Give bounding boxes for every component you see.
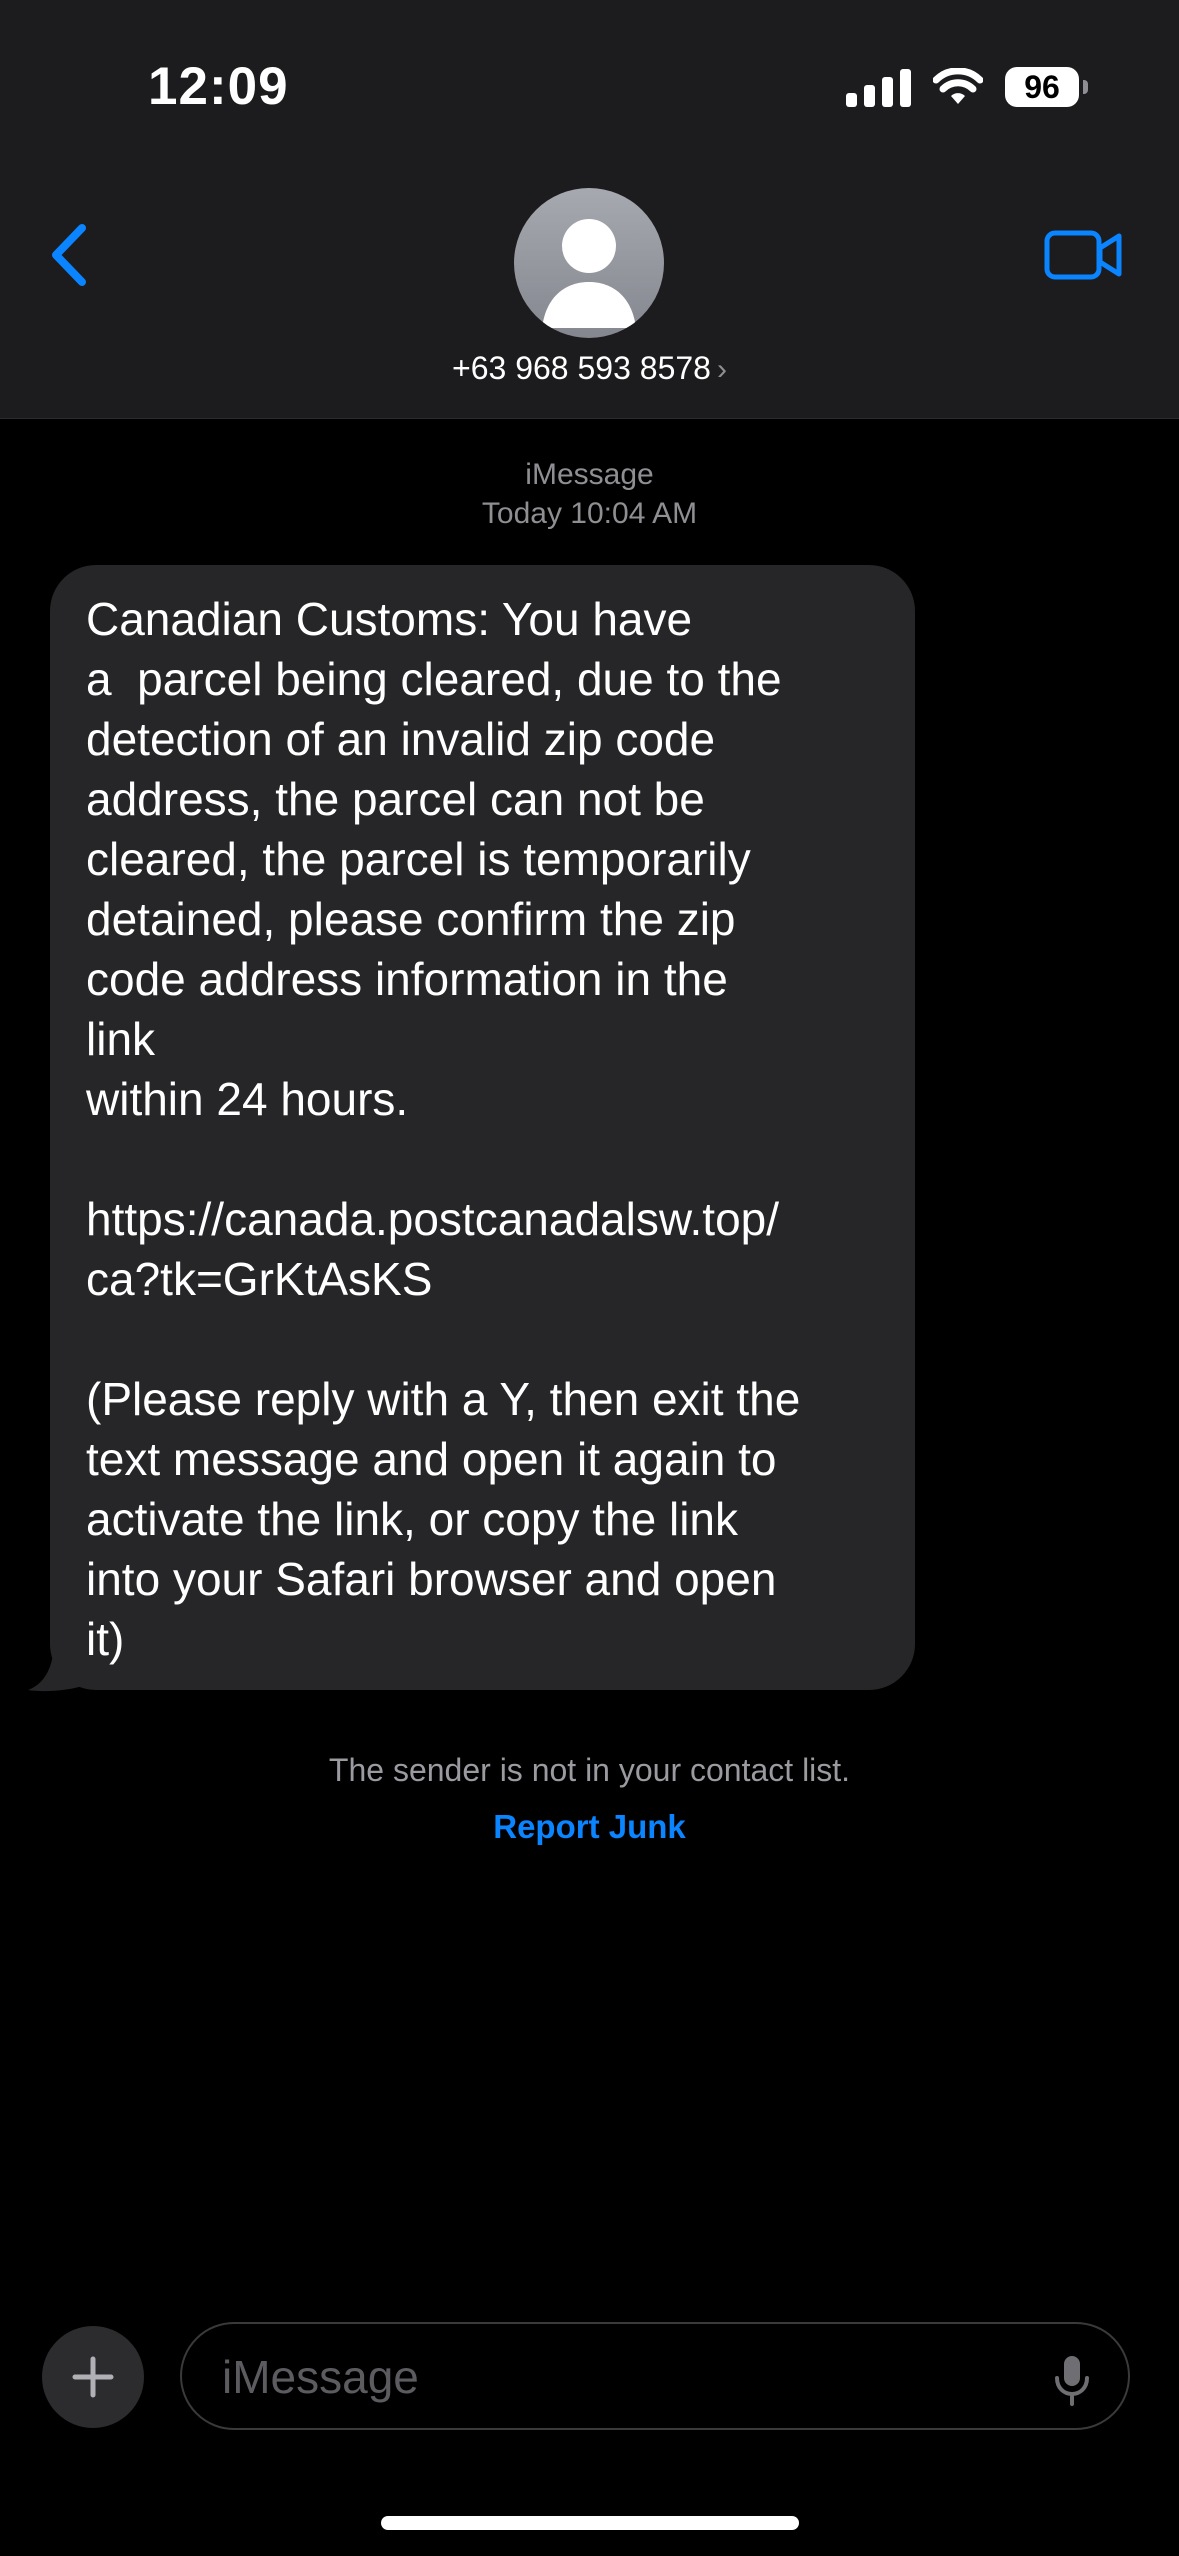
contact-name: +63 968 593 8578 [452, 350, 711, 386]
chevron-right-icon: › [716, 353, 727, 386]
message-line: activate the link, or copy the link [86, 1493, 738, 1545]
message-line: cleared, the parcel is temporarily [86, 833, 751, 885]
message-line: it) [86, 1613, 125, 1665]
message-link-line: ca?tk=GrKtAsKS [86, 1253, 433, 1305]
home-indicator[interactable] [381, 2516, 799, 2530]
message-line: detained, please confirm the zip [86, 893, 736, 945]
status-icons: 96 [846, 62, 1088, 112]
service-label: iMessage [525, 458, 654, 491]
back-button[interactable] [44, 222, 94, 288]
received-message-bubble[interactable]: Canadian Customs: You have a parcel bein… [50, 565, 915, 1690]
message-line: detection of an invalid zip code [86, 713, 716, 765]
battery-icon: 96 [1005, 67, 1088, 107]
message-link[interactable]: https://canada.postcanadalsw.top/ ca?tk=… [86, 1189, 879, 1309]
contact-name-button[interactable]: +63 968 593 8578 › [0, 350, 1179, 387]
plus-icon [72, 2356, 114, 2398]
message-line: address, the parcel can not be [86, 773, 705, 825]
message-text: Canadian Customs: You have a parcel bein… [86, 589, 879, 1669]
contact-avatar[interactable] [514, 188, 664, 338]
cellular-signal-icon [846, 67, 911, 107]
battery-level: 96 [1024, 68, 1060, 105]
chevron-left-icon [52, 224, 86, 286]
message-line: code address information in the [86, 953, 728, 1005]
video-camera-icon [1044, 230, 1122, 280]
message-input[interactable] [220, 2324, 1024, 2430]
message-line: Canadian Customs: You have [86, 593, 693, 645]
wifi-icon [933, 68, 983, 104]
unknown-sender-notice: The sender is not in your contact list. [328, 1752, 851, 1788]
status-time: 12:09 [148, 57, 289, 116]
facetime-video-button[interactable] [1044, 228, 1122, 282]
message-line: link [86, 1013, 156, 1065]
person-placeholder-icon [542, 219, 636, 328]
message-line: a parcel being cleared, due to the [86, 653, 782, 705]
message-line: text message and open it again to [86, 1433, 777, 1485]
conversation-header: 12:09 96 +63 968 593 8578 › [0, 0, 1179, 419]
microphone-icon[interactable] [1054, 2354, 1090, 2406]
apps-plus-button[interactable] [42, 2326, 144, 2428]
message-input-container[interactable] [180, 2322, 1130, 2430]
report-junk-link[interactable]: Report Junk [0, 1808, 1179, 1846]
message-link-line: https://canada.postcanadalsw.top/ [86, 1193, 780, 1245]
message-line: (Please reply with a Y, then exit the [86, 1373, 801, 1425]
message-line: within 24 hours. [86, 1073, 409, 1125]
message-line: into your Safari browser and open [86, 1553, 777, 1605]
message-timestamp: Today 10:04 AM [481, 497, 698, 530]
